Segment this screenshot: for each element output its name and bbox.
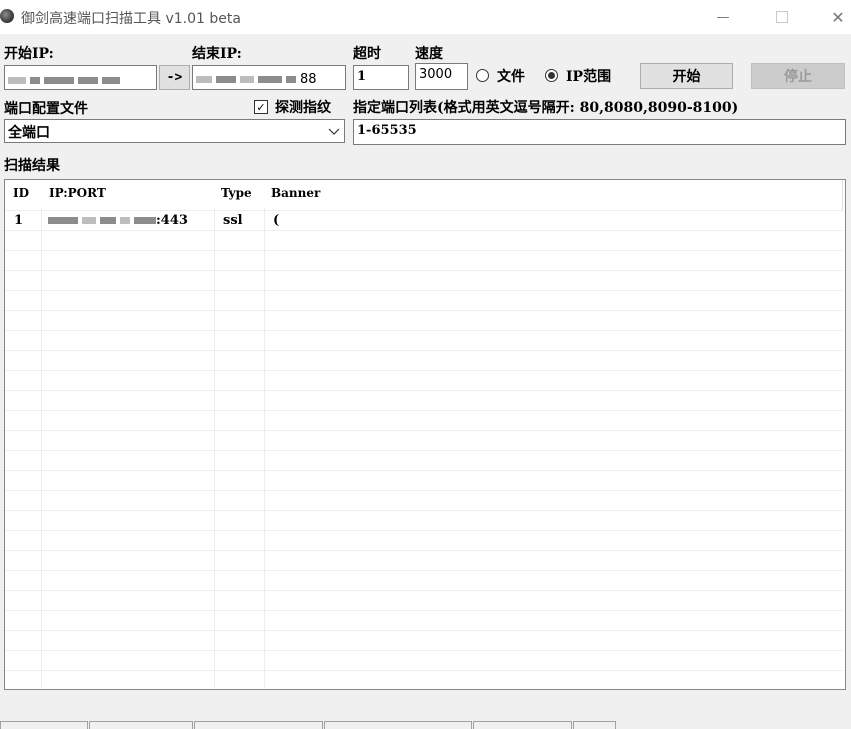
grid-line [5,610,843,611]
port-config-value: 全端口 [8,125,50,141]
redacted-text [82,217,96,224]
maximize-icon [776,11,788,23]
maximize-button[interactable] [759,0,805,34]
mode-ip-range-radio[interactable] [545,69,558,82]
redacted-text [102,77,120,84]
end-ip-suffix: 88 [300,71,317,87]
grid-line [5,310,843,311]
grid-line [5,370,843,371]
redacted-text [8,77,26,84]
column-header-ip-port[interactable]: IP:PORT [49,186,106,200]
end-ip-label: 结束IP: [192,46,242,62]
grid-line [5,650,843,651]
grid-line [5,570,843,571]
app-logo-icon [0,9,14,23]
row-banner: ( [273,213,280,228]
status-segment [473,721,572,729]
grid-line [5,250,843,251]
row-type: ssl [223,213,243,228]
redacted-text [44,77,74,84]
row-id: 1 [14,213,24,228]
start-ip-input[interactable] [4,65,157,90]
column-header-banner[interactable]: Banner [271,186,320,200]
redacted-text [196,75,212,83]
port-list-input[interactable]: 1-65535 [353,119,846,145]
redacted-text [48,217,78,224]
close-icon: ✕ [831,7,845,27]
header-edge [842,180,843,210]
mode-ip-range-label: IP范围 [566,69,612,85]
row-ip-port: :443 [48,213,188,228]
table-row[interactable]: 1 :443 ssl ( [5,210,843,230]
grid-line [5,670,843,671]
results-table[interactable]: ID IP:PORT Type Banner 1 :443 ssl ( [4,179,846,690]
redacted-text [78,77,98,84]
chevron-down-icon[interactable] [327,121,341,141]
status-segment [194,721,323,729]
timeout-label: 超时 [353,46,381,62]
title-bar[interactable]: 御剑高速端口扫描工具 v1.01 beta — ✕ [0,0,851,34]
grid-line [264,208,265,688]
end-ip-input[interactable]: 88 [192,65,346,90]
minimize-button[interactable]: — [700,0,746,34]
close-button[interactable]: ✕ [815,0,851,34]
redacted-text [30,77,40,84]
redacted-text [100,217,116,224]
port-config-label: 端口配置文件 [4,101,88,117]
redacted-text [120,217,130,224]
port-config-select[interactable]: 全端口 [4,119,345,143]
checkmark-icon: ✓ [256,100,266,114]
grid-line [5,450,843,451]
redacted-text [134,217,156,224]
status-segment [89,721,193,729]
grid-line [214,208,215,688]
grid-line [5,390,843,391]
results-label: 扫描结果 [4,158,60,174]
grid-line [5,470,843,471]
grid-line [5,430,843,431]
grid-line [41,208,42,688]
column-header-type[interactable]: Type [221,186,252,200]
grid-line [5,290,843,291]
start-ip-label: 开始IP: [4,46,54,62]
stop-button[interactable]: 停止 [751,63,845,89]
mode-file-label: 文件 [497,69,525,85]
grid-line [5,590,843,591]
redacted-text [240,75,254,83]
radio-selected-dot [548,72,555,79]
copy-ip-arrow-button[interactable]: -> [159,65,190,90]
grid-line [5,350,843,351]
grid-line [5,630,843,631]
status-segment [324,721,472,729]
grid-line [5,550,843,551]
mode-file-radio[interactable] [476,69,489,82]
status-segment [0,721,88,729]
speed-input[interactable]: 3000 [415,63,468,90]
grid-line [5,410,843,411]
row-port: :443 [156,213,188,228]
grid-line [5,270,843,271]
probe-fingerprint-label: 探测指纹 [275,100,331,116]
minimize-icon: — [716,9,730,25]
grid-line [5,490,843,491]
speed-label: 速度 [415,46,443,62]
status-bar [0,719,851,729]
redacted-text [258,75,282,83]
grid-line [5,510,843,511]
port-list-label: 指定端口列表(格式用英文逗号隔开: 80,8080,8090-8100) [353,100,739,116]
timeout-input[interactable]: 1 [353,65,409,90]
start-button[interactable]: 开始 [640,63,733,89]
redacted-text [286,75,296,83]
redacted-text [216,75,236,83]
status-segment [573,721,616,729]
grid-line [5,530,843,531]
grid-line [5,330,843,331]
probe-fingerprint-checkbox[interactable]: ✓ [254,100,268,114]
window-title: 御剑高速端口扫描工具 v1.01 beta [21,11,241,27]
column-header-id[interactable]: ID [13,186,29,200]
grid-line [5,230,843,231]
